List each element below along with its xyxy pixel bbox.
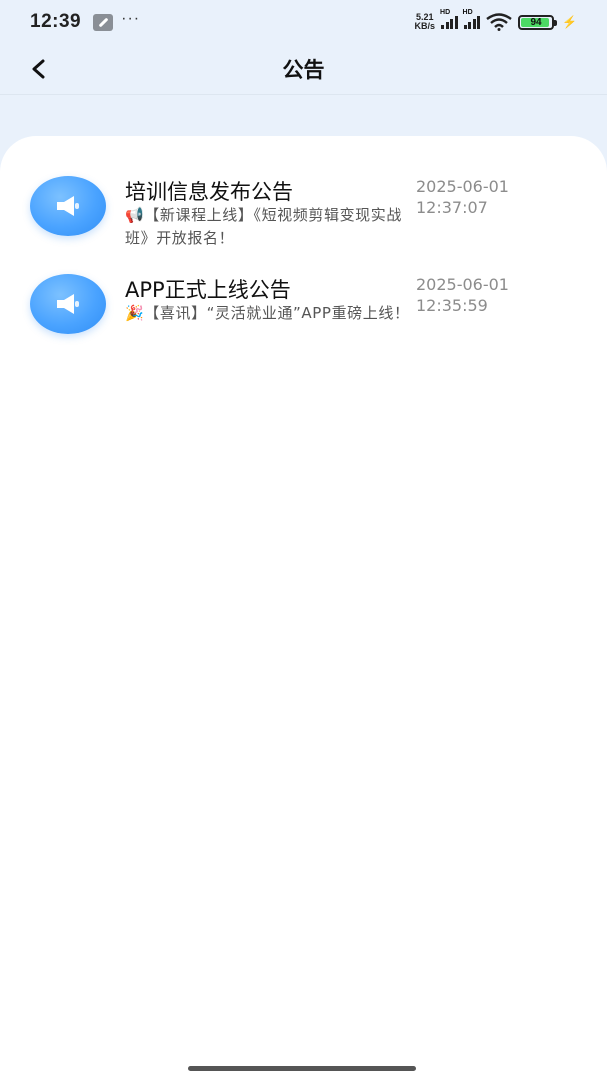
status-bar: 12:39 ··· 5.21 KB/s HD HD 94 ⚡ (0, 0, 607, 44)
app-header: 公告 (0, 44, 607, 94)
wrench-icon (93, 13, 114, 31)
network-speed: 5.21 KB/s (415, 13, 436, 31)
status-time: 12:39 (30, 11, 82, 32)
battery-icon: 94 (518, 14, 558, 30)
notice-time: 12:37:07 (416, 198, 488, 217)
notice-title: 培训信息发布公告 (125, 180, 293, 204)
chevron-left-icon (32, 59, 45, 79)
notice-list-card: 培训信息发布公告 📢【新课程上线】《短视频剪辑变现实战班》开放报名！ 2025-… (0, 136, 607, 1080)
megaphone-icon (30, 176, 106, 236)
megaphone-icon (30, 274, 106, 334)
signal-icon-2: HD (463, 9, 481, 29)
signal-icon: HD (440, 9, 458, 29)
notice-date: 2025-06-01 (416, 177, 509, 196)
status-indicators: 5.21 KB/s HD HD 94 ⚡ (415, 9, 577, 31)
network-speed-unit: KB/s (414, 21, 436, 31)
battery-level: 94 (530, 16, 542, 28)
notice-time: 12:35:59 (416, 296, 488, 315)
notice-item[interactable]: 培训信息发布公告 📢【新课程上线】《短视频剪辑变现实战班》开放报名！ 2025-… (0, 136, 607, 247)
notice-date: 2025-06-01 (416, 275, 509, 294)
page-title: 公告 (282, 58, 325, 82)
home-indicator[interactable] (188, 1066, 416, 1071)
notice-item[interactable]: APP正式上线公告 🎉【喜讯】“灵活就业通”APP重磅上线！ 2025-06-0… (0, 234, 607, 334)
hd-label: HD (440, 9, 451, 16)
header-divider (0, 94, 607, 95)
notice-timestamp: 2025-06-01 12:37:07 (416, 176, 536, 218)
hd-label-2: HD (462, 9, 473, 16)
notice-timestamp: 2025-06-01 12:35:59 (416, 274, 536, 316)
more-dots-icon: ··· (121, 10, 141, 27)
back-button[interactable] (22, 52, 56, 86)
wifi-icon (486, 13, 512, 31)
charging-bolt-icon: ⚡ (562, 15, 577, 29)
notice-title: APP正式上线公告 (125, 278, 291, 302)
notice-description: 🎉【喜讯】“灵活就业通”APP重磅上线！ (125, 304, 410, 322)
